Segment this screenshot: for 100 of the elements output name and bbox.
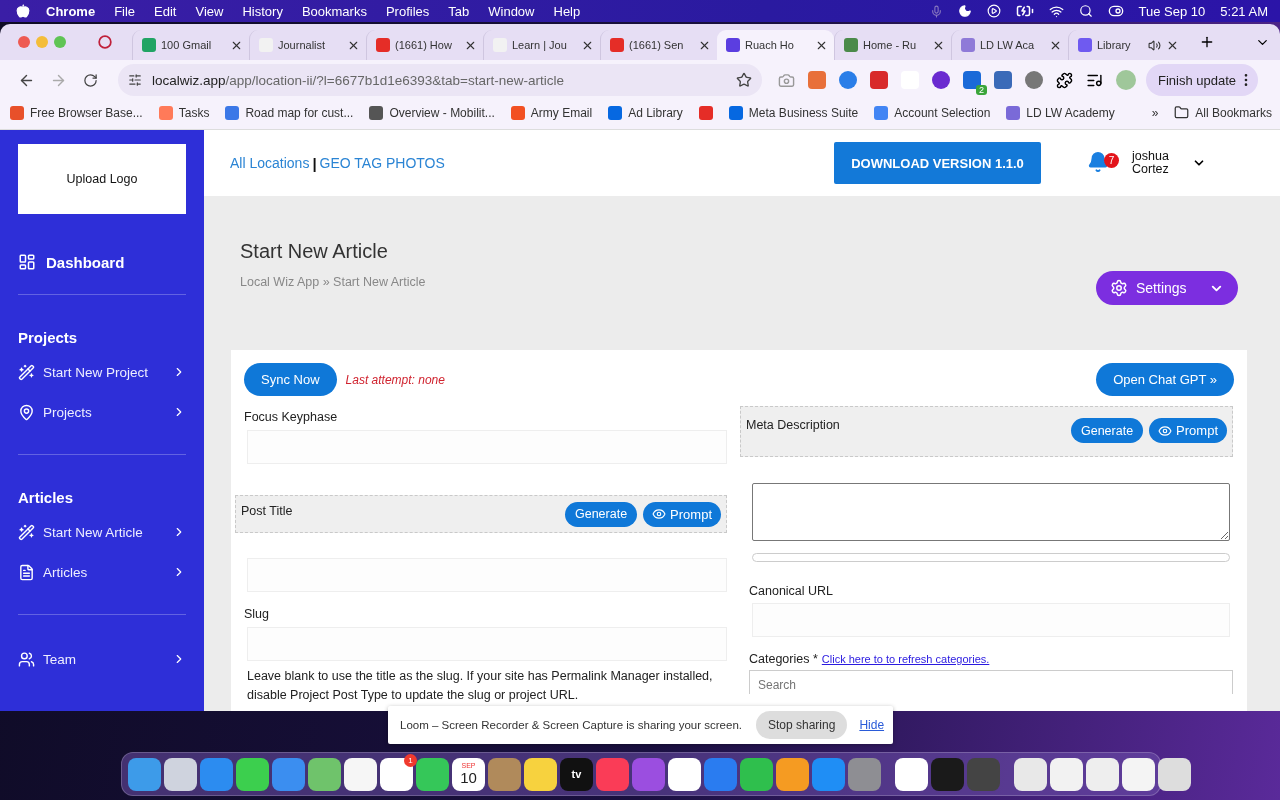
nav-link[interactable]: Start New Article xyxy=(43,524,164,540)
menu-item[interactable]: History xyxy=(242,3,283,19)
nav-link[interactable]: Articles xyxy=(43,564,164,580)
site-icon xyxy=(142,38,156,52)
bookmark-link[interactable]: Overview - Mobilit... xyxy=(389,105,495,120)
tab-title: Learn | Jou xyxy=(512,39,568,51)
more-bookmarks[interactable]: » xyxy=(1151,105,1159,120)
menu-item[interactable]: Tab xyxy=(448,3,470,19)
app-icon[interactable] xyxy=(668,757,701,791)
sync-now-button[interactable]: Sync Now xyxy=(244,363,337,396)
menu-item[interactable]: Bookmarks xyxy=(301,3,367,19)
hide-link[interactable]: Hide xyxy=(859,718,885,732)
menu-item[interactable]: Help xyxy=(553,3,581,19)
address-field[interactable]: localwiz.app/app/location-ii/?l=6677b1d1e6393&tab=start-new-article xyxy=(118,64,762,96)
tab-title: Journalist xyxy=(278,39,327,51)
upload-logo-button[interactable]: Upload Logo xyxy=(18,144,186,214)
bookmark-link[interactable]: Free Browser Base... xyxy=(30,105,143,120)
close-window-button[interactable] xyxy=(18,36,30,48)
extension-badge: 2 xyxy=(976,85,987,95)
bookmark-link[interactable]: Tasks xyxy=(178,105,210,120)
menu-item[interactable]: View xyxy=(195,3,224,19)
field-label: Categories * xyxy=(749,652,818,666)
app-icon[interactable] xyxy=(236,757,269,791)
tab-title: (1661) How xyxy=(395,39,453,51)
menu-item[interactable]: Profiles xyxy=(385,3,430,19)
extension-icon[interactable] xyxy=(839,71,857,89)
app-icon[interactable] xyxy=(740,757,773,791)
download-button[interactable]: DOWNLOAD VERSION 1.1.0 xyxy=(834,142,1041,184)
magic-wand-icon xyxy=(18,363,35,381)
site-info-icon[interactable] xyxy=(128,73,142,87)
tv-label: tv xyxy=(571,768,582,780)
extension-icon[interactable] xyxy=(994,71,1012,89)
field-label: Meta Description xyxy=(746,418,841,432)
settings-button[interactable]: Settings xyxy=(1096,271,1238,305)
tab-title: LD LW Aca xyxy=(980,39,1036,51)
extension-icon[interactable] xyxy=(870,71,888,89)
new-tab-icon[interactable] xyxy=(1199,34,1215,50)
play-icon[interactable] xyxy=(986,4,1001,18)
reload-icon[interactable] xyxy=(82,72,98,88)
bookmark-link[interactable]: Meta Business Suite xyxy=(748,105,859,120)
text-area[interactable] xyxy=(752,483,1230,541)
eye-icon xyxy=(1158,423,1173,438)
window-thumbnail[interactable] xyxy=(1122,757,1155,791)
user-name[interactable]: joshua Cortez xyxy=(1132,150,1180,176)
apple-icon[interactable] xyxy=(16,4,30,18)
extension-icon[interactable] xyxy=(963,71,981,89)
app-icon[interactable] xyxy=(895,757,928,791)
window-thumbnail[interactable] xyxy=(1086,757,1119,791)
window-thumbnail[interactable] xyxy=(1050,757,1083,791)
magic-wand-icon xyxy=(18,523,35,541)
app-icon[interactable] xyxy=(776,757,809,791)
app-icon[interactable] xyxy=(164,757,197,791)
bookmark-link[interactable]: Road map for cust... xyxy=(245,105,354,120)
nav-link[interactable]: All Locations xyxy=(230,155,310,171)
record-icon[interactable] xyxy=(98,35,112,49)
app-icon[interactable] xyxy=(416,757,449,791)
bell-icon[interactable] xyxy=(1087,151,1109,173)
site-icon xyxy=(1006,105,1021,120)
nav-link[interactable]: GEO TAG PHOTOS xyxy=(319,155,445,171)
camera-icon[interactable] xyxy=(778,71,795,89)
wifi-icon[interactable] xyxy=(1048,3,1064,19)
site-icon xyxy=(874,105,889,120)
prompt-button[interactable]: Prompt xyxy=(1149,418,1227,443)
speaker-icon[interactable] xyxy=(1148,38,1161,52)
bookmark-star-icon[interactable] xyxy=(736,72,752,88)
all-bookmarks-link[interactable]: All Bookmarks xyxy=(1195,105,1272,120)
finish-update-button[interactable]: Finish update xyxy=(1146,64,1259,96)
generate-button[interactable]: Generate xyxy=(1070,418,1144,443)
bookmark-link[interactable]: LD LW Academy xyxy=(1026,105,1115,120)
extension-icon[interactable] xyxy=(1025,71,1043,89)
app-icon[interactable] xyxy=(524,757,557,791)
settings-icon xyxy=(1110,279,1128,297)
extension-icon[interactable] xyxy=(932,71,950,89)
tv-app-icon[interactable]: tv xyxy=(560,757,593,791)
dashboard-link[interactable]: Dashboard xyxy=(46,253,125,271)
bookmark-link[interactable]: Ad Library xyxy=(628,105,683,120)
refresh-link[interactable]: Click here to to refresh categories. xyxy=(821,653,990,665)
generate-button[interactable]: Generate xyxy=(564,501,638,527)
moon-icon[interactable] xyxy=(957,4,972,18)
trash-icon[interactable] xyxy=(1158,757,1191,791)
browser-tab[interactable]: Ruach Ho xyxy=(717,30,834,60)
nav-link[interactable]: Start New Project xyxy=(43,364,164,380)
menu-item[interactable]: Chrome xyxy=(46,3,96,19)
menu-item[interactable]: File xyxy=(114,3,136,19)
nav-link[interactable]: Team xyxy=(43,651,164,667)
bookmark-link[interactable]: Army Email xyxy=(530,105,593,120)
prompt-button[interactable]: Prompt xyxy=(643,501,721,527)
search-field[interactable]: Search xyxy=(749,670,1233,694)
open-chat-gpt-button[interactable]: Open Chat GPT » xyxy=(1096,363,1234,396)
menu-item[interactable]: Edit xyxy=(154,3,177,19)
stop-sharing-button[interactable]: Stop sharing xyxy=(756,711,848,739)
video-site-icon[interactable] xyxy=(698,105,713,120)
menu-item[interactable]: Window xyxy=(488,3,535,19)
nav-link[interactable]: Projects xyxy=(43,404,164,420)
bookmark-link[interactable]: Account Selection xyxy=(894,105,991,120)
window-thumbnail[interactable] xyxy=(1014,757,1047,791)
search-icon[interactable] xyxy=(1078,4,1093,18)
app-icon[interactable] xyxy=(308,757,341,791)
extensions-icon[interactable] xyxy=(1056,71,1073,89)
app-icon[interactable] xyxy=(344,757,377,791)
